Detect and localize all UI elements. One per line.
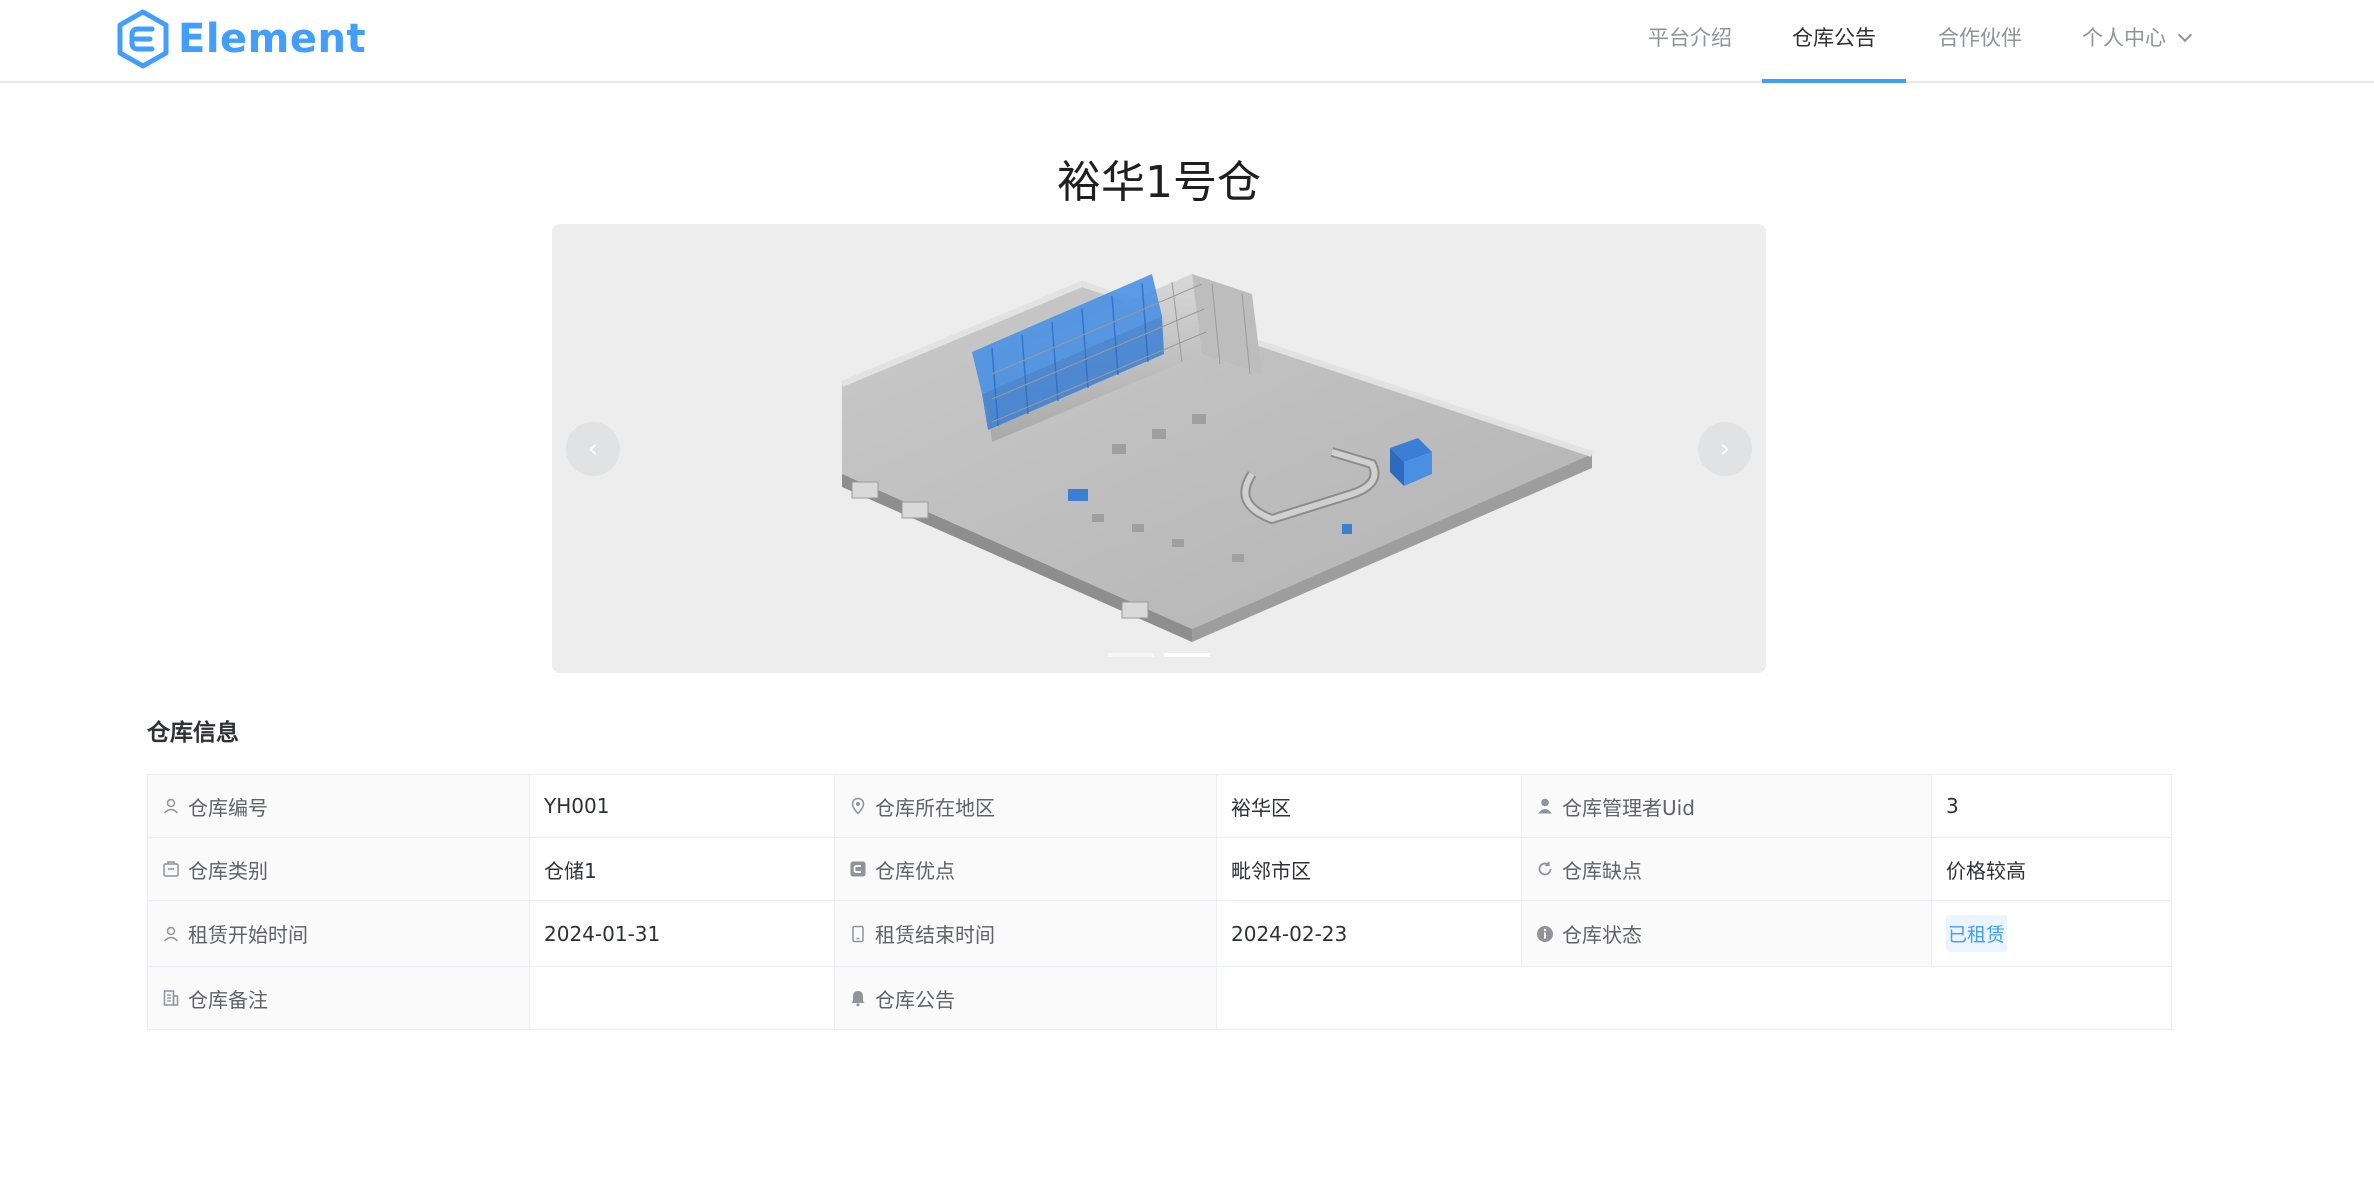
nav-item-partners[interactable]: 合作伙伴 <box>1918 0 2042 83</box>
logo-text: Element <box>178 16 367 62</box>
table-row: 仓库编号 YH001 仓库所在地区 裕华区 仓库管理者Uid 3 <box>147 774 2172 838</box>
nav-item-personal-center-label: 个人中心 <box>2082 26 2166 50</box>
label-remark: 仓库备注 <box>188 987 268 1012</box>
element-logo[interactable]: Element <box>116 8 366 70</box>
warehouse-info-table: 仓库编号 YH001 仓库所在地区 裕华区 仓库管理者Uid 3 仓库类别 仓储… <box>147 774 2172 1030</box>
section-title-warehouse-info: 仓库信息 <box>147 720 239 746</box>
page-title: 裕华1号仓 <box>1057 157 1261 208</box>
value-remark <box>529 966 835 1030</box>
location-icon <box>851 797 865 815</box>
thumb-up-icon <box>850 861 866 877</box>
mobile-phone-icon <box>852 925 864 942</box>
label-lease-end: 租赁结束时间 <box>875 923 995 947</box>
box-icon <box>163 861 179 877</box>
user-solid-icon <box>1538 798 1552 814</box>
value-lease-end: 2024-02-23 <box>1216 900 1522 967</box>
chevron-down-icon <box>2177 27 2193 43</box>
value-manager-uid: 3 <box>1931 774 2172 838</box>
nav-item-warehouse-notice[interactable]: 仓库公告 <box>1762 0 1906 83</box>
table-row: 租赁开始时间 2024-01-31 租赁结束时间 2024-02-23 仓库状态… <box>147 900 2172 967</box>
status-badge: 已租赁 <box>1946 915 2008 952</box>
chevron-right-icon: › <box>1719 434 1731 464</box>
label-manager-uid: 仓库管理者Uid <box>1562 795 1695 820</box>
element-hexagon-icon <box>117 9 169 69</box>
image-carousel[interactable]: ‹ › <box>552 224 1766 673</box>
table-row: 仓库类别 仓储1 仓库优点 毗邻市区 仓库缺点 价格较高 <box>147 837 2172 901</box>
carousel-prev-button[interactable]: ‹ <box>566 422 620 476</box>
label-region: 仓库所在地区 <box>875 795 995 820</box>
label-warehouse-no: 仓库编号 <box>188 795 268 820</box>
label-lease-start: 租赁开始时间 <box>188 923 308 947</box>
value-notice <box>1216 966 2172 1030</box>
label-advantage: 仓库优点 <box>875 858 955 883</box>
label-notice: 仓库公告 <box>875 987 955 1012</box>
nav-item-personal-center[interactable]: 个人中心 <box>2066 0 2206 83</box>
value-region: 裕华区 <box>1216 774 1522 838</box>
warehouse-3d-render-image <box>840 274 1593 642</box>
value-category: 仓储1 <box>529 837 835 901</box>
value-warehouse-no: YH001 <box>529 774 835 838</box>
carousel-indicators <box>552 653 1766 657</box>
label-category: 仓库类别 <box>188 858 268 883</box>
top-navbar: Element 平台介绍 仓库公告 合作伙伴 个人中心 <box>0 0 2374 83</box>
bell-icon <box>851 991 865 1007</box>
value-disadvantage: 价格较高 <box>1931 837 2172 901</box>
carousel-next-button[interactable]: › <box>1698 422 1752 476</box>
nav-item-platform-intro[interactable]: 平台介绍 <box>1628 0 1752 83</box>
refresh-icon <box>1538 861 1552 876</box>
table-row: 仓库备注 仓库公告 <box>147 966 2172 1030</box>
info-icon <box>1537 925 1553 942</box>
carousel-indicator-2[interactable] <box>1164 653 1210 657</box>
value-lease-start: 2024-01-31 <box>529 900 835 967</box>
value-advantage: 毗邻市区 <box>1216 837 1522 901</box>
chevron-left-icon: ‹ <box>587 434 599 464</box>
user-icon <box>163 798 179 814</box>
label-status: 仓库状态 <box>1562 923 1642 947</box>
user-icon <box>163 926 179 942</box>
carousel-indicator-1[interactable] <box>1108 653 1154 657</box>
label-disadvantage: 仓库缺点 <box>1562 858 1642 883</box>
office-building-icon <box>163 990 179 1006</box>
